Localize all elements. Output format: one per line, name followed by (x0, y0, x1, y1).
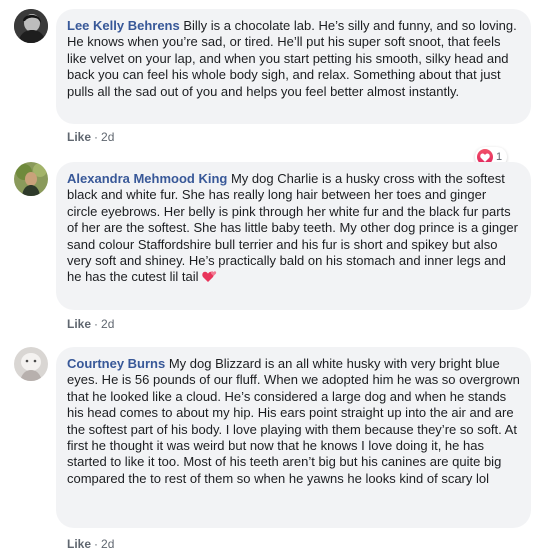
comment-bubble: Alexandra Mehmood King My dog Charlie is… (56, 162, 531, 310)
avatar[interactable] (14, 347, 48, 381)
timestamp[interactable]: 2d (101, 537, 114, 551)
avatar[interactable] (14, 9, 48, 43)
comment-author[interactable]: Alexandra Mehmood King (67, 171, 231, 186)
comment-author[interactable]: Lee Kelly Behrens (67, 18, 183, 33)
comment-author[interactable]: Courtney Burns (67, 356, 169, 371)
avatar[interactable] (14, 162, 48, 196)
like-link[interactable]: Like (67, 537, 91, 551)
comment-actions: Like · 2d (67, 317, 114, 331)
comment-text: My dog Charlie is a husky cross with the… (67, 171, 518, 285)
comment-bubble: Lee Kelly Behrens Billy is a chocolate l… (56, 9, 531, 124)
comment-actions: Like · 2d (67, 130, 114, 144)
like-link[interactable]: Like (67, 130, 91, 144)
separator: · (94, 317, 99, 331)
like-link[interactable]: Like (67, 317, 91, 331)
separator: · (94, 537, 99, 551)
comment-text: My dog Blizzard is an all white husky wi… (67, 356, 520, 486)
timestamp[interactable]: 2d (101, 317, 114, 331)
timestamp[interactable]: 2d (101, 130, 114, 144)
separator: · (94, 130, 99, 144)
two-hearts-icon (202, 269, 218, 287)
comment-actions: Like · 2d (67, 537, 114, 551)
comment-bubble: Courtney Burns My dog Blizzard is an all… (56, 347, 531, 528)
